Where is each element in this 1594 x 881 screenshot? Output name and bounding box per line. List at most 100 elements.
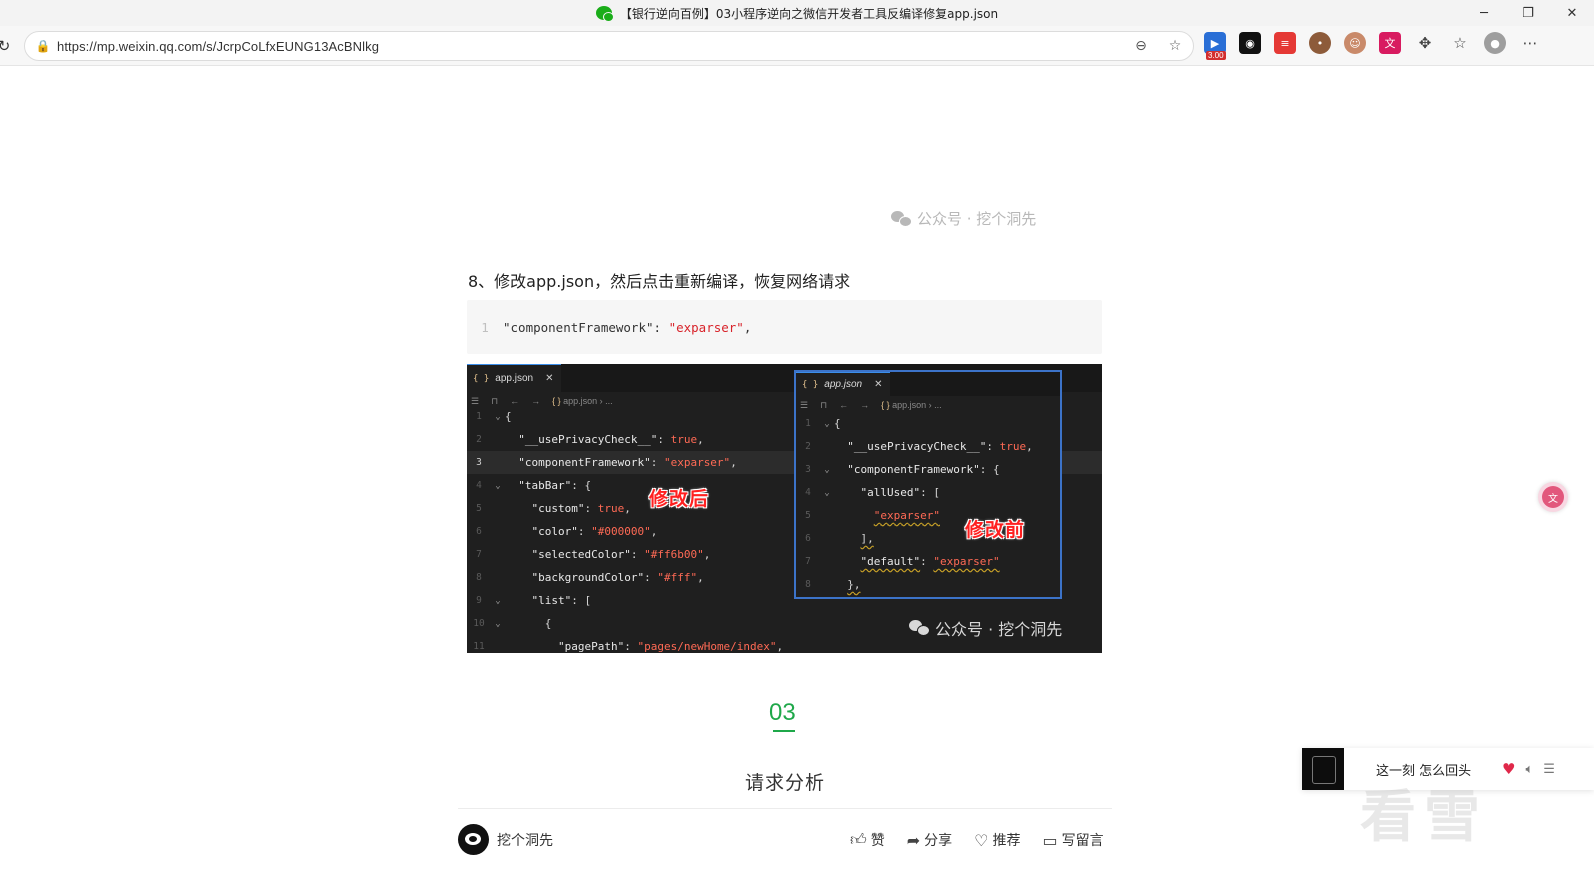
browser-toolbar: ↻ 🔒 https://mp.weixin.qq.com/s/JcrpCoLfx…	[0, 26, 1594, 66]
lock-icon[interactable]: 🔒	[29, 39, 57, 53]
before-editor-window: { } app.json ✕ ☰ ⊓ ← → { } app.json › ..…	[794, 370, 1062, 599]
extension-notes-icon[interactable]: ≡	[1274, 32, 1296, 54]
line-number: 1	[805, 418, 811, 429]
code-key: "color"	[531, 525, 578, 538]
code-punct: ,	[624, 502, 631, 515]
comment-button[interactable]: ▭ 写留言	[1042, 830, 1103, 850]
editor-tab: { } app.json ✕	[796, 372, 891, 396]
code-value: true	[999, 440, 1027, 453]
url-text[interactable]: https://mp.weixin.qq.com/s/JcrpCoLfxEUNG…	[57, 39, 379, 54]
code-line-number: 1	[481, 319, 489, 335]
back-arrow-icon: ←	[839, 400, 849, 410]
code-key: "backgroundColor"	[531, 571, 645, 584]
share-label: 分享	[924, 833, 953, 849]
code-value: "exparser"	[873, 509, 940, 522]
code-line: 3 ⌄ "componentFramework": {	[796, 458, 1033, 481]
code-value: "exparser"	[663, 456, 731, 469]
section-underline	[773, 730, 795, 732]
playlist-icon[interactable]: ☰	[1543, 762, 1555, 777]
site-watermark: 看雪	[1360, 785, 1488, 850]
wechat-watermark-icon	[909, 620, 930, 636]
watermark-text: 公众号 · 挖个洞先	[935, 620, 1063, 639]
fold-chevron-icon: ⌄	[495, 480, 501, 491]
more-menu-icon[interactable]: ⋯	[1519, 32, 1541, 54]
line-number: 3	[805, 464, 811, 475]
code-key: "componentFramework"	[518, 456, 651, 469]
reload-icon[interactable]: ↻	[0, 37, 14, 55]
extension-translate-icon[interactable]: 文	[1379, 32, 1401, 54]
fold-chevron-icon: ⌄	[824, 418, 830, 429]
code-key: "list"	[531, 594, 572, 607]
line-number: 7	[476, 549, 482, 560]
label-after: 修改后	[649, 488, 710, 510]
window-controls: ─ ❐ ✕	[1462, 0, 1594, 26]
minimize-button[interactable]: ─	[1462, 0, 1506, 26]
extension-mask-icon[interactable]: ◉	[1239, 32, 1261, 54]
code-punct: ,	[703, 548, 711, 561]
line-number: 5	[805, 510, 811, 521]
editor-tab-label: app.json	[824, 379, 863, 390]
restore-button[interactable]: ❐	[1506, 0, 1550, 26]
profile-avatar-icon[interactable]: ●	[1484, 32, 1506, 54]
share-arrow-icon: ➦	[906, 830, 921, 850]
code-token: },	[847, 578, 861, 591]
code-value: "exparser"	[668, 319, 744, 335]
heart-icon[interactable]: ♥	[1502, 760, 1515, 778]
volume-icon[interactable]: 🔈︎	[1525, 762, 1533, 777]
code-key: "componentFramework"	[503, 319, 654, 335]
author-info[interactable]: 挖个洞先	[458, 824, 553, 855]
line-number: 2	[476, 434, 482, 445]
fold-chevron-icon: ⌄	[495, 411, 501, 422]
article-screenshot: { } app.json ✕ ☰ ⊓ ← → { } app.json › ..…	[467, 364, 1102, 653]
extension-cookie-icon[interactable]: •	[1309, 32, 1331, 54]
favorite-star-icon[interactable]: ☆	[1165, 36, 1185, 56]
translate-float-button[interactable]: 文	[1538, 482, 1568, 512]
comment-label: 写留言	[1061, 833, 1104, 849]
fold-chevron-icon: ⌄	[495, 618, 501, 629]
code-line: 7 "selectedColor": "#ff6b00",	[467, 543, 783, 566]
divider	[458, 808, 1112, 809]
like-button[interactable]: 👍︎ 赞	[850, 830, 885, 850]
json-file-icon: { }	[473, 373, 490, 384]
extension-video-icon[interactable]: ▶ 3.00	[1204, 32, 1226, 60]
address-bar[interactable]: 🔒 https://mp.weixin.qq.com/s/JcrpCoLfxEU…	[24, 31, 1194, 61]
code-value: "#000000"	[591, 525, 651, 538]
code-line: 1 ⌄ {	[796, 412, 1033, 435]
line-number: 8	[476, 572, 482, 583]
favorites-icon[interactable]: ☆	[1449, 32, 1471, 54]
reader-mode-icon[interactable]: ⊖	[1131, 36, 1151, 56]
code-punct: : {	[979, 463, 1000, 476]
code-token: {	[544, 617, 552, 630]
extension-face-icon[interactable]: ☺	[1344, 32, 1366, 54]
share-button[interactable]: ➦ 分享	[907, 830, 952, 850]
author-name[interactable]: 挖个洞先	[497, 830, 553, 850]
album-cover[interactable]	[1302, 748, 1344, 790]
code-line: 2 "__usePrivacyCheck__": true,	[796, 435, 1033, 458]
close-button[interactable]: ✕	[1550, 0, 1594, 26]
screenshot-watermark: 公众号 · 挖个洞先	[909, 616, 1062, 640]
extensions-puzzle-icon[interactable]: ✥	[1414, 32, 1436, 54]
code-punct: : [	[920, 486, 940, 499]
article-actions: 👍︎ 赞 ➦ 分享 ♡ 推荐 ▭ 写留言	[850, 830, 1104, 850]
code-key: "allUsed"	[860, 486, 921, 499]
code-line: 4 ⌄ "tabBar": {	[467, 474, 783, 497]
avatar[interactable]	[458, 824, 489, 855]
json-file-icon: { }	[802, 379, 819, 390]
window-titlebar: 【银行逆向百例】03小程序逆向之微信开发者工具反编译修复app.json ─ ❐…	[0, 0, 1594, 26]
thumbs-up-icon: 👍︎	[850, 830, 867, 849]
line-number: 4	[805, 487, 811, 498]
code-punct: : [	[571, 594, 592, 607]
code-punct: ,	[730, 456, 737, 469]
recommend-button[interactable]: ♡ 推荐	[974, 830, 1020, 850]
code-punct: : {	[571, 479, 592, 492]
code-token: {	[505, 410, 512, 423]
list-icon: ☰	[800, 399, 809, 410]
fold-chevron-icon: ⌄	[495, 595, 501, 606]
window-title: 【银行逆向百例】03小程序逆向之微信开发者工具反编译修复app.json	[619, 6, 999, 21]
code-key: "default"	[860, 555, 921, 568]
code-line: 2 "__usePrivacyCheck__": true,	[467, 428, 783, 451]
code-line: 7 "default": "exparser"	[796, 550, 1033, 573]
code-line: 8 "backgroundColor": "#fff",	[467, 566, 783, 589]
code-line: 11 "pagePath": "pages/newHome/index",	[467, 635, 783, 653]
code-key: "__usePrivacyCheck__"	[518, 433, 658, 446]
